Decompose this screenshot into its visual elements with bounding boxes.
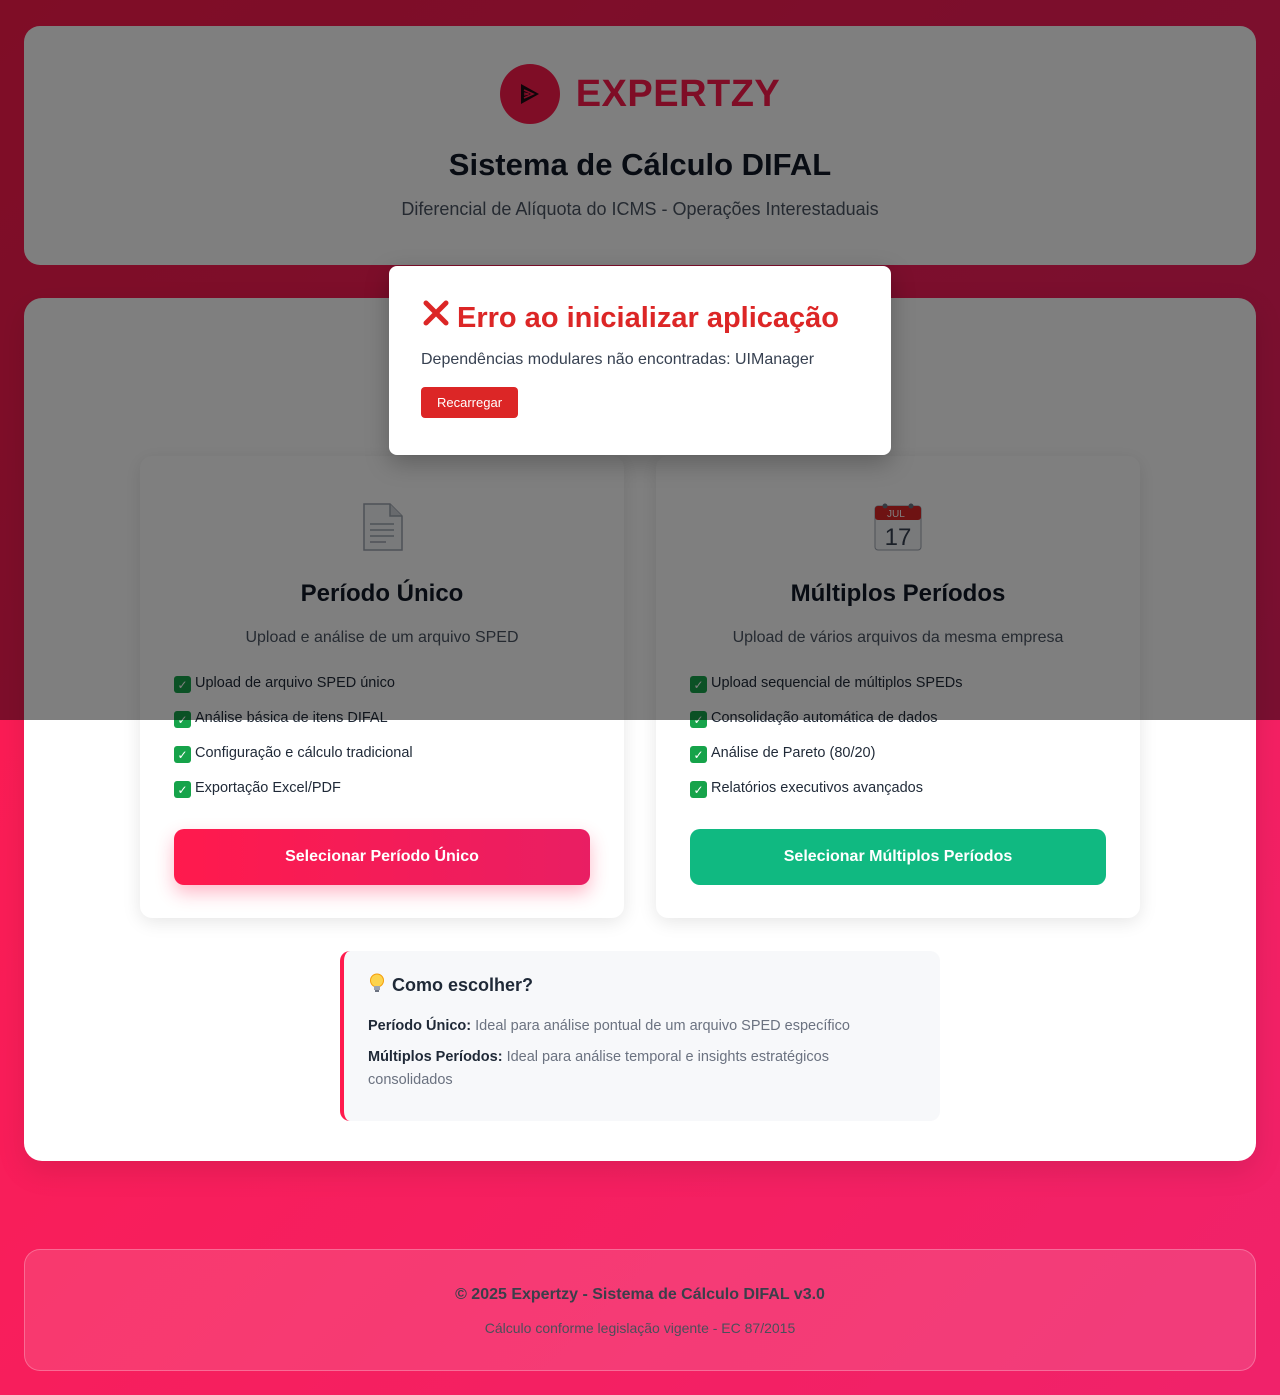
list-item: ✓ Configuração e cálculo tradicional: [174, 745, 413, 780]
list-item: ✓ Exportação Excel/PDF: [174, 780, 413, 815]
help-single-line: Período Único: Ideal para análise pontua…: [368, 1018, 850, 1034]
error-title: Erro ao inicializar aplicação: [421, 298, 859, 337]
select-single-period-button[interactable]: Selecionar Período Único: [174, 829, 590, 885]
list-item: ✓ Relatórios executivos avançados: [690, 780, 962, 815]
error-modal: Erro ao inicializar aplicação Dependênci…: [389, 266, 891, 455]
footer-copyright: © 2025 Expertzy - Sistema de Cálculo DIF…: [455, 1286, 825, 1303]
help-title: Como escolher?: [368, 973, 916, 998]
lightbulb-icon: [368, 973, 386, 998]
check-icon: ✓: [690, 746, 707, 763]
select-multi-period-button[interactable]: Selecionar Múltiplos Períodos: [690, 829, 1106, 885]
check-icon: ✓: [174, 746, 191, 763]
list-item: ✓ Análise de Pareto (80/20): [690, 745, 962, 780]
reload-button[interactable]: Recarregar: [421, 387, 519, 418]
check-icon: ✓: [174, 781, 191, 798]
check-icon: ✓: [690, 781, 707, 798]
help-box: Como escolher? Período Único: Ideal para…: [340, 951, 940, 1121]
help-multi-line: Múltiplos Períodos: Ideal para análise t…: [368, 1049, 829, 1088]
error-message: Dependências modulares não encontradas: …: [421, 351, 815, 368]
footer: © 2025 Expertzy - Sistema de Cálculo DIF…: [24, 1249, 1256, 1371]
footer-note: Cálculo conforme legislação vigente - EC…: [484, 1320, 796, 1336]
close-icon: [421, 298, 451, 337]
